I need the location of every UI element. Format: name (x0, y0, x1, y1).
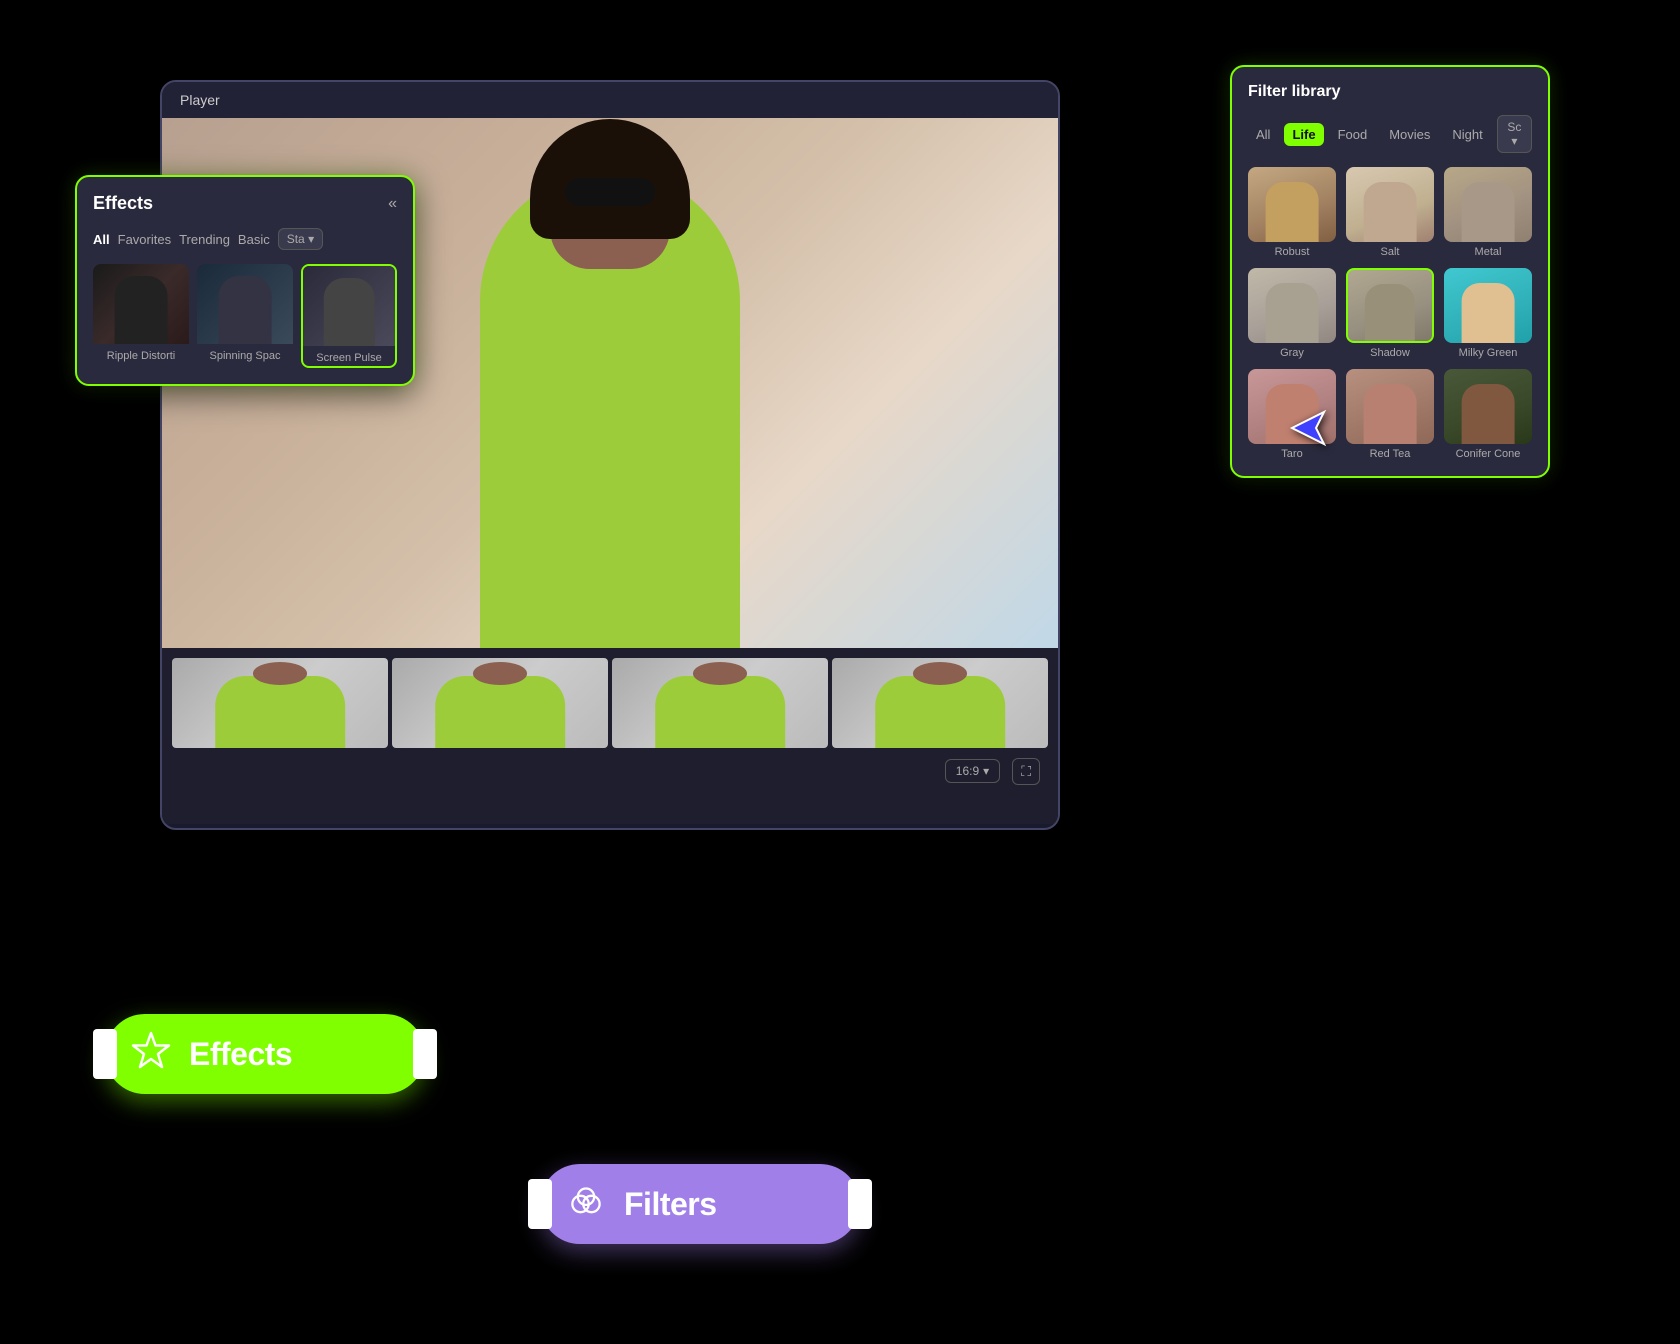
effect-label-screen-pulse: Screen Pulse (303, 350, 395, 366)
effect-label-ripple: Ripple Distorti (93, 348, 189, 364)
effects-grid: Ripple Distorti Spinning Spac Screen Pul… (93, 264, 397, 368)
effects-panel: Effects « All Favorites Trending Basic S… (75, 175, 415, 386)
effects-badge-notch-left (93, 1029, 117, 1079)
effects-header: Effects « (93, 193, 397, 214)
effect-label-spinning: Spinning Spac (197, 348, 293, 364)
effects-badge-star-icon (129, 1029, 173, 1079)
filter-item-metal[interactable]: Metal (1444, 167, 1532, 258)
effect-thumb-ripple (93, 264, 189, 344)
filter-thumb-metal (1444, 167, 1532, 242)
filter-thumb-salt (1346, 167, 1434, 242)
effect-thumb-screen-pulse (303, 266, 395, 346)
filter-thumb-robust (1248, 167, 1336, 242)
effect-item-spinning[interactable]: Spinning Spac (197, 264, 293, 368)
effects-badge-label: Effects (189, 1036, 292, 1073)
filter-tab-more-button[interactable]: Sc ▾ (1497, 115, 1532, 153)
filter-tabs: All Life Food Movies Night Sc ▾ (1248, 115, 1532, 153)
timeline-strip (172, 658, 1048, 748)
woman-sunglasses (565, 178, 655, 206)
woman-figure (420, 118, 800, 648)
effects-badge[interactable]: Effects (105, 1014, 425, 1094)
filters-badge-notch-right (848, 1179, 872, 1229)
filter-header: Filter library (1248, 83, 1532, 101)
timeline-thumb (832, 658, 1048, 748)
effects-collapse-button[interactable]: « (388, 195, 397, 213)
filter-label-milky-green: Milky Green (1444, 347, 1532, 359)
filter-item-milky-green[interactable]: Milky Green (1444, 268, 1532, 359)
filter-item-gray[interactable]: Gray (1248, 268, 1336, 359)
effect-item-screen-pulse[interactable]: Screen Pulse (301, 264, 397, 368)
filter-item-conifer-cone[interactable]: Conifer Cone (1444, 369, 1532, 460)
filters-badge-label: Filters (624, 1186, 717, 1223)
filter-label-gray: Gray (1248, 347, 1336, 359)
filters-badge-notch-left (528, 1179, 552, 1229)
woman-head (550, 129, 670, 269)
effect-thumb-spinning (197, 264, 293, 344)
filter-label-shadow: Shadow (1346, 347, 1434, 359)
effects-tab-all[interactable]: All (93, 230, 110, 249)
timeline-thumb (172, 658, 388, 748)
filter-tab-night[interactable]: Night (1444, 123, 1490, 146)
effects-tab-favorites[interactable]: Favorites (118, 230, 171, 249)
timeline-thumb (612, 658, 828, 748)
filter-thumb-shadow (1346, 268, 1434, 343)
filter-tab-movies[interactable]: Movies (1381, 123, 1438, 146)
filter-item-red-tea[interactable]: Red Tea (1346, 369, 1434, 460)
player-title-bar: Player (162, 82, 1058, 118)
effects-badge-notch-right (413, 1029, 437, 1079)
filter-panel-title: Filter library (1248, 83, 1340, 101)
effects-tab-basic[interactable]: Basic (238, 230, 270, 249)
filter-label-red-tea: Red Tea (1346, 448, 1434, 460)
filters-badge-icon (564, 1182, 608, 1226)
filter-label-robust: Robust (1248, 246, 1336, 258)
filters-badge[interactable]: Filters (540, 1164, 860, 1244)
player-controls: 16:9 ▾ ⛶ (162, 648, 1058, 825)
effect-item-ripple[interactable]: Ripple Distorti (93, 264, 189, 368)
filter-tab-food[interactable]: Food (1330, 123, 1376, 146)
filter-label-taro: Taro (1248, 448, 1336, 460)
filter-label-metal: Metal (1444, 246, 1532, 258)
filter-tab-life[interactable]: Life (1284, 123, 1323, 146)
filter-tab-all[interactable]: All (1248, 123, 1278, 146)
aspect-ratio-button[interactable]: 16:9 ▾ (945, 759, 1000, 783)
player-bottom-bar: 16:9 ▾ ⛶ (172, 758, 1048, 785)
filter-label-conifer-cone: Conifer Cone (1444, 448, 1532, 460)
filter-item-shadow[interactable]: Shadow (1346, 268, 1434, 359)
effects-panel-title: Effects (93, 193, 153, 214)
filter-panel: Filter library All Life Food Movies Nigh… (1230, 65, 1550, 478)
effects-tab-trending[interactable]: Trending (179, 230, 230, 249)
filter-item-robust[interactable]: Robust (1248, 167, 1336, 258)
timeline-thumb (392, 658, 608, 748)
effects-tab-more-button[interactable]: Sta ▾ (278, 228, 323, 250)
fullscreen-button[interactable]: ⛶ (1012, 758, 1040, 785)
filter-thumb-red-tea (1346, 369, 1434, 444)
player-title: Player (180, 92, 220, 108)
effects-tabs: All Favorites Trending Basic Sta ▾ (93, 228, 397, 250)
filter-thumb-conifer-cone (1444, 369, 1532, 444)
filter-item-salt[interactable]: Salt (1346, 167, 1434, 258)
filter-label-salt: Salt (1346, 246, 1434, 258)
filter-thumb-milky-green (1444, 268, 1532, 343)
filter-thumb-gray (1248, 268, 1336, 343)
